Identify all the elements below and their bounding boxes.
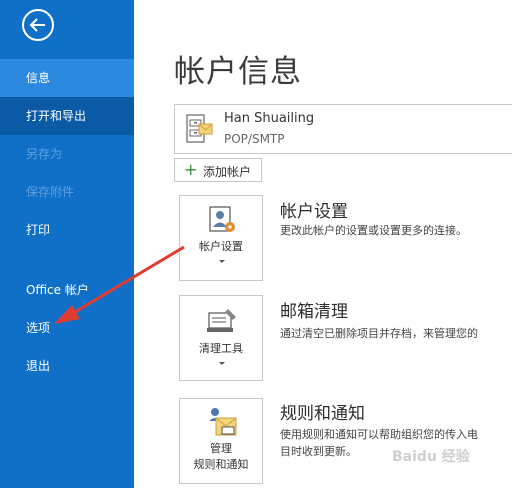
manage-rules-tile-label-1: 管理 (210, 442, 232, 455)
dropdown-caret-icon (219, 260, 225, 263)
nav-info[interactable]: 信息 (0, 59, 134, 97)
dropdown-caret-icon (219, 362, 225, 365)
watermark: Baidu 经验 (392, 449, 470, 465)
account-settings-tile-label: 帐户设置 (199, 240, 243, 253)
manage-rules-tile[interactable]: 管理 规则和通知 (179, 398, 263, 484)
account-settings-icon (209, 206, 235, 232)
rules-alerts-desc-2: 目时收到更新。 (280, 445, 357, 458)
nav-office-account[interactable]: Office 帐户 (0, 271, 134, 309)
plus-icon: + (184, 160, 198, 179)
account-selector[interactable]: Han Shuailing POP/SMTP (174, 104, 512, 154)
mailbox-cleanup-title: 邮箱清理 (280, 302, 348, 322)
page-title: 帐户信息 (174, 54, 302, 90)
nav-save-as: 另存为 (26, 147, 63, 161)
mailbox-cleanup-desc: 通过清空已删除项目并存档，来管理您的 (280, 327, 478, 340)
nav-options[interactable]: 选项 (0, 309, 134, 347)
back-button[interactable] (22, 9, 54, 41)
cleanup-tools-icon (207, 309, 236, 332)
cleanup-tools-tile-label: 清理工具 (199, 342, 243, 355)
nav-print[interactable]: 打印 (0, 211, 134, 249)
add-account-label: 添加帐户 (203, 165, 252, 179)
main-panel: 帐户信息 Han Shuailing POP/SMTP + 添加帐户 帐户设置 … (134, 0, 512, 488)
rules-alerts-title: 规则和通知 (280, 404, 365, 424)
account-settings-tile[interactable]: 帐户设置 (179, 195, 263, 281)
rules-alerts-icon (209, 408, 237, 436)
rules-alerts-desc-1: 使用规则和通知可以帮助组织您的传入电 (280, 428, 478, 441)
add-account-button[interactable]: + 添加帐户 (174, 158, 262, 182)
nav-exit[interactable]: 退出 (0, 347, 134, 385)
account-settings-desc: 更改此帐户的设置或设置更多的连接。 (280, 224, 467, 237)
account-name: Han Shuailing (224, 111, 315, 126)
nav-save-attachments: 保存附件 (26, 185, 75, 199)
nav-open-export[interactable]: 打开和导出 (0, 97, 134, 135)
account-settings-title: 帐户设置 (280, 202, 348, 222)
manage-rules-tile-label-2: 规则和通知 (193, 458, 249, 471)
backstage-sidebar: 信息 打开和导出 另存为 保存附件 打印 Office 帐户 选项 退出 (0, 0, 134, 488)
cleanup-tools-tile[interactable]: 清理工具 (179, 295, 263, 381)
back-arrow-icon (29, 18, 45, 32)
account-type: POP/SMTP (224, 132, 285, 146)
mail-account-icon (186, 114, 213, 143)
